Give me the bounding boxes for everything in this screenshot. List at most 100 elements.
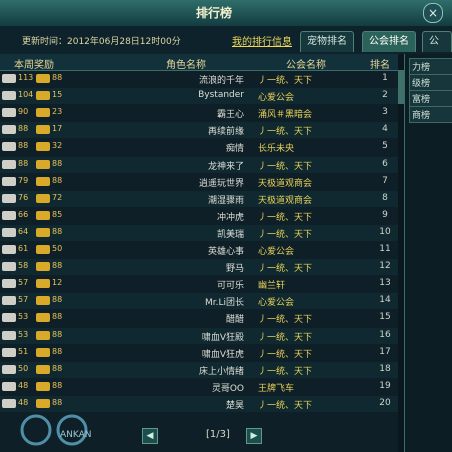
tab-guild[interactable]: 公会 bbox=[422, 31, 452, 67]
reward-icons: 57 88 bbox=[2, 295, 122, 306]
rank-number: 4 bbox=[382, 124, 388, 135]
reward-icons: 48 88 bbox=[2, 380, 122, 392]
reward-count: 88 bbox=[52, 380, 63, 390]
my-rank-link[interactable]: 我的排行信息 bbox=[232, 33, 292, 48]
gold-icon bbox=[36, 193, 50, 203]
gold-icon bbox=[36, 125, 50, 135]
table-row[interactable]: 88 17 再续前缘 丿一统、天下 4 bbox=[0, 122, 398, 139]
reward-icons: 90 23 bbox=[2, 107, 122, 118]
guild-name: 丿一统、天下 bbox=[258, 315, 313, 326]
guild-name: 丿一统、天下 bbox=[258, 212, 313, 223]
reward-count: 17 bbox=[52, 124, 63, 134]
reward-count: 53 bbox=[18, 329, 29, 339]
role-name: 野马 bbox=[225, 264, 244, 275]
reward-icons: 48 88 bbox=[2, 397, 122, 409]
side-item[interactable]: 富榜 bbox=[409, 90, 452, 107]
reward-count: 88 bbox=[52, 329, 63, 339]
silver-icon bbox=[2, 193, 16, 203]
reward-count: 88 bbox=[52, 226, 63, 236]
page-indicator: [1/3] bbox=[206, 429, 230, 440]
guild-name: 心爱公会 bbox=[258, 93, 295, 104]
guild-name: 丿一统、天下 bbox=[258, 127, 313, 138]
reward-count: 88 bbox=[18, 141, 29, 151]
table-row[interactable]: 53 88 醋醋 丿一统、天下 15 bbox=[0, 310, 398, 326]
silver-icon bbox=[2, 279, 16, 289]
scrollbar-thumb[interactable] bbox=[398, 70, 404, 104]
role-name: 潮湿骤雨 bbox=[207, 195, 244, 206]
table-row[interactable]: 53 88 啸血V狂殿 丿一统、天下 16 bbox=[0, 327, 398, 344]
reward-icons: 66 85 bbox=[2, 209, 122, 221]
reward-icons: 53 88 bbox=[2, 329, 122, 341]
rank-number: 10 bbox=[379, 226, 391, 237]
role-name: 楚昊 bbox=[225, 400, 244, 411]
reward-icons: 64 88 bbox=[2, 226, 122, 238]
guild-name: 王牌飞车 bbox=[258, 383, 295, 394]
reward-count: 88 bbox=[52, 363, 63, 373]
table-row[interactable]: 79 88 逍遥玩世界 天极道观商会 7 bbox=[0, 174, 398, 190]
table-row[interactable]: 61 50 英雄心事 心爱公会 11 bbox=[0, 242, 398, 258]
reward-icons: 53 88 bbox=[2, 312, 122, 323]
role-name: 逍遥玩世界 bbox=[198, 178, 244, 189]
gold-icon bbox=[36, 142, 50, 152]
side-item[interactable]: 商榜 bbox=[409, 106, 452, 123]
table-row[interactable]: 90 23 霸王心 涌风＃黑暗会 3 bbox=[0, 105, 398, 121]
table-row[interactable]: 57 88 Mr.Li团长 心爱公会 14 bbox=[0, 293, 398, 310]
table-row[interactable]: 88 88 龙神来了 丿一统、天下 6 bbox=[0, 156, 398, 173]
reward-count: 48 bbox=[18, 397, 29, 407]
gold-icon bbox=[36, 296, 50, 306]
table-row[interactable]: 88 32 痴情 长乐未央 5 bbox=[0, 139, 398, 155]
table-row[interactable]: 76 72 潮湿骤雨 天极道观商会 8 bbox=[0, 190, 398, 207]
reward-count: 23 bbox=[52, 107, 63, 117]
silver-icon bbox=[2, 91, 16, 101]
rank-number: 17 bbox=[379, 346, 391, 357]
silver-icon bbox=[2, 227, 16, 237]
role-name: Mr.Li团长 bbox=[204, 298, 244, 309]
reward-icons: 57 12 bbox=[2, 278, 122, 289]
table-row[interactable]: 58 88 野马 丿一统、天下 12 bbox=[0, 259, 398, 276]
close-button[interactable]: × bbox=[423, 3, 443, 23]
scrollbar-track[interactable] bbox=[398, 54, 404, 452]
prev-page-button[interactable]: ◀ bbox=[142, 428, 158, 444]
rank-number: 15 bbox=[379, 312, 391, 323]
table-row[interactable]: 113 88 流浪的千年 丿一统、天下 1 bbox=[0, 71, 398, 87]
silver-icon bbox=[2, 313, 16, 323]
silver-icon bbox=[2, 262, 16, 272]
silver-icon bbox=[2, 398, 16, 408]
logo-text: ANKAN bbox=[60, 430, 92, 440]
rank-number: 1 bbox=[382, 73, 388, 83]
gold-icon bbox=[36, 210, 50, 220]
guild-name: 天极道观商会 bbox=[258, 195, 313, 206]
table-row[interactable]: 50 88 床上小情绪 丿一统、天下 18 bbox=[0, 361, 398, 378]
reward-icons: 88 88 bbox=[2, 159, 122, 170]
next-page-button[interactable]: ▶ bbox=[246, 428, 262, 444]
role-name: 灵哥OO bbox=[211, 383, 244, 394]
reward-count: 57 bbox=[18, 278, 29, 288]
role-name: 啸血V狂殿 bbox=[201, 332, 244, 343]
reward-count: 88 bbox=[52, 312, 63, 322]
table-row[interactable]: 48 88 灵哥OO 王牌飞车 19 bbox=[0, 379, 398, 395]
side-item[interactable]: 力榜 bbox=[409, 58, 452, 75]
header-guild: 公会名称 bbox=[286, 60, 326, 71]
side-item[interactable]: 级榜 bbox=[409, 74, 452, 91]
reward-count: 72 bbox=[52, 192, 63, 202]
reward-count: 50 bbox=[52, 244, 63, 253]
role-name: 凯美瑞 bbox=[216, 229, 244, 240]
silver-icon bbox=[2, 296, 16, 306]
tab-guild-rank[interactable]: 公会排名 bbox=[362, 31, 416, 52]
table-row[interactable]: 64 88 凯美瑞 丿一统、天下 10 bbox=[0, 224, 398, 241]
role-name: 再续前缘 bbox=[207, 127, 244, 138]
table-row[interactable]: 51 88 啸血V狂虎 丿一统、天下 17 bbox=[0, 345, 398, 361]
gold-icon bbox=[36, 74, 50, 83]
table-row[interactable]: 104 15 Bystander 心爱公会 2 bbox=[0, 88, 398, 105]
side-panel: 力榜 级榜 富榜 商榜 bbox=[405, 54, 452, 452]
table-row[interactable]: 57 12 可可乐 幽兰轩 13 bbox=[0, 276, 398, 292]
guild-name: 心爱公会 bbox=[258, 298, 295, 309]
gold-icon bbox=[36, 279, 50, 289]
rank-number: 7 bbox=[382, 175, 388, 186]
tab-pet-rank[interactable]: 宠物排名 bbox=[300, 31, 354, 52]
gold-icon bbox=[36, 347, 50, 357]
ranking-table: 排名 公会名称 角色名称 本周奖励 113 88 流浪的千年 丿一统、天下 1 104 15… bbox=[0, 54, 405, 452]
gold-icon bbox=[36, 91, 50, 101]
reward-count: 66 bbox=[18, 209, 29, 219]
table-row[interactable]: 66 85 冲冲虎 丿一统、天下 9 bbox=[0, 208, 398, 224]
